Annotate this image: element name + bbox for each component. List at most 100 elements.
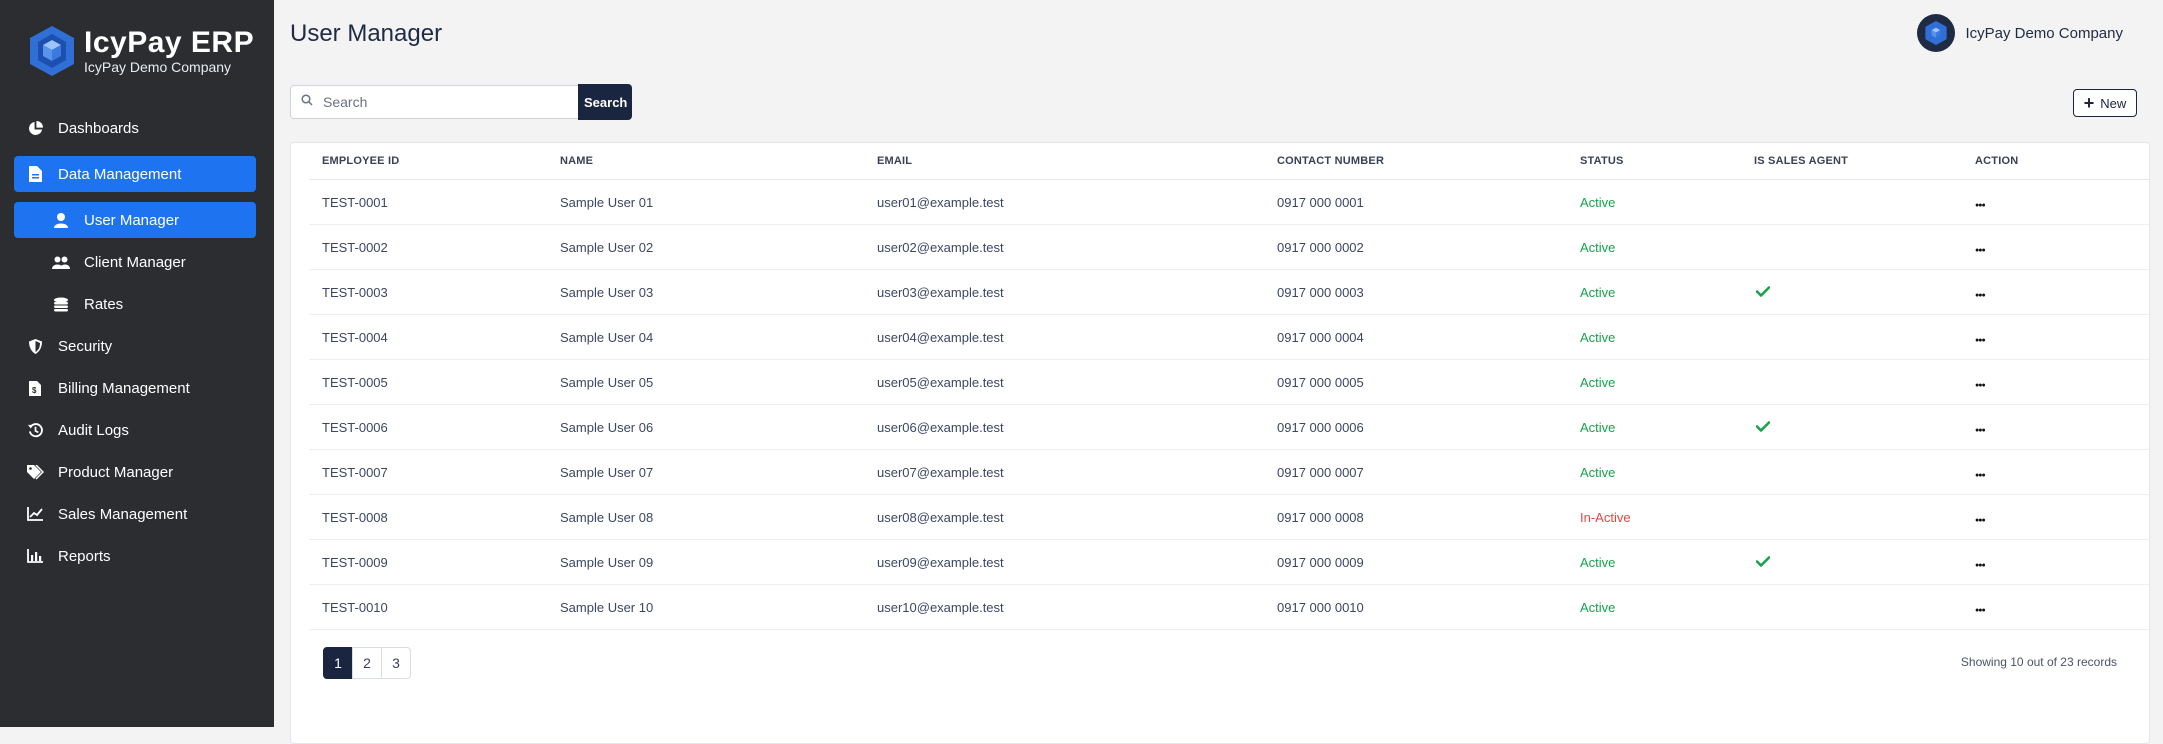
more-actions-icon[interactable]: ●●● [1975, 427, 1986, 434]
action-cell: ●●● [1975, 314, 2149, 360]
page-button-2[interactable]: 2 [352, 647, 382, 679]
table-row[interactable]: TEST-0006 Sample User 06 user06@example.te… [309, 404, 2149, 450]
search-bar: Search [290, 84, 632, 120]
sales-agent-cell [1754, 314, 1975, 360]
sidebar-item-label: Rates [84, 295, 124, 313]
column-header-employee-id[interactable]: EMPLOYEE ID [309, 143, 560, 180]
sidebar-item-sales-management[interactable]: Sales Management [14, 496, 256, 532]
company-switcher[interactable]: IcyPay Demo Company [1917, 14, 2123, 52]
status-cell: Active [1580, 359, 1754, 405]
name-cell: Sample User 10 [560, 584, 877, 630]
page-title: User Manager [290, 20, 443, 47]
employee-id-cell: TEST-0008 [309, 494, 560, 540]
page-button-1[interactable]: 1 [323, 647, 353, 679]
status-cell: Active [1580, 269, 1754, 315]
employee-id-cell: TEST-0004 [309, 314, 560, 360]
column-header-action: ACTION [1975, 143, 2149, 180]
search-button[interactable]: Search [578, 84, 632, 120]
more-actions-icon[interactable]: ●●● [1975, 607, 1986, 614]
action-cell: ●●● [1975, 224, 2149, 270]
table-body: TEST-0001 Sample User 01 user01@example.te… [309, 179, 2149, 630]
contact-number-cell: 0917 000 0005 [1277, 359, 1580, 405]
sidebar-item-user-manager[interactable]: User Manager [14, 202, 256, 238]
more-actions-icon[interactable]: ●●● [1975, 562, 1986, 569]
users-table-card: EMPLOYEE ID NAME EMAIL CONTACT NUMBER ST… [290, 142, 2150, 744]
table-row[interactable]: TEST-0001 Sample User 01 user01@example.te… [309, 179, 2149, 225]
sidebar-item-dashboards[interactable]: Dashboards [14, 110, 256, 146]
sidebar-item-data-management[interactable]: Data Management [14, 156, 256, 192]
new-button[interactable]: + New [2073, 89, 2137, 117]
shield-icon [26, 337, 44, 355]
email-cell: user06@example.test [877, 404, 1277, 450]
table-row[interactable]: TEST-0004 Sample User 04 user04@example.te… [309, 314, 2149, 360]
sidebar-item-client-manager[interactable]: Client Manager [14, 244, 256, 280]
table-row[interactable]: TEST-0009 Sample User 09 user09@example.te… [309, 539, 2149, 585]
sidebar-item-reports[interactable]: Reports [14, 538, 256, 574]
name-cell: Sample User 02 [560, 224, 877, 270]
sidebar-item-billing-management[interactable]: $ Billing Management [14, 370, 256, 406]
column-header-name[interactable]: NAME [560, 143, 877, 180]
email-cell: user03@example.test [877, 269, 1277, 315]
email-cell: user08@example.test [877, 494, 1277, 540]
sidebar-nav: Dashboards Data Management User Manager … [0, 110, 274, 574]
table-row[interactable]: TEST-0007 Sample User 07 user07@example.te… [309, 449, 2149, 495]
contact-number-cell: 0917 000 0006 [1277, 404, 1580, 450]
name-cell: Sample User 06 [560, 404, 877, 450]
more-actions-icon[interactable]: ●●● [1975, 337, 1986, 344]
history-icon [26, 421, 44, 439]
employee-id-cell: TEST-0005 [309, 359, 560, 405]
employee-id-cell: TEST-0001 [309, 179, 560, 225]
contact-number-cell: 0917 000 0010 [1277, 584, 1580, 630]
sidebar: IcyPay ERP IcyPay Demo Company Dashboard… [0, 0, 274, 727]
name-cell: Sample User 03 [560, 269, 877, 315]
table-row[interactable]: TEST-0010 Sample User 10 user10@example.te… [309, 584, 2149, 630]
status-cell: Active [1580, 584, 1754, 630]
column-header-status[interactable]: STATUS [1580, 143, 1754, 180]
search-input[interactable] [321, 93, 565, 111]
column-header-email[interactable]: EMAIL [877, 143, 1277, 180]
table-row[interactable]: TEST-0008 Sample User 08 user08@example.te… [309, 494, 2149, 540]
more-actions-icon[interactable]: ●●● [1975, 202, 1986, 209]
sidebar-item-label: Security [58, 337, 113, 355]
more-actions-icon[interactable]: ●●● [1975, 292, 1986, 299]
line-chart-icon [26, 505, 44, 523]
email-cell: user07@example.test [877, 449, 1277, 495]
sales-agent-cell [1754, 449, 1975, 495]
name-cell: Sample User 09 [560, 539, 877, 585]
more-actions-icon[interactable]: ●●● [1975, 247, 1986, 254]
contact-number-cell: 0917 000 0003 [1277, 269, 1580, 315]
action-cell: ●●● [1975, 359, 2149, 405]
company-logo-icon [1917, 14, 1956, 52]
more-actions-icon[interactable]: ●●● [1975, 382, 1986, 389]
brand-title: IcyPay ERP [84, 26, 255, 59]
tags-icon [26, 463, 44, 481]
table-row[interactable]: TEST-0002 Sample User 02 user02@example.te… [309, 224, 2149, 270]
action-cell: ●●● [1975, 494, 2149, 540]
action-cell: ●●● [1975, 404, 2149, 450]
column-header-is-sales-agent[interactable]: IS SALES AGENT [1754, 143, 1975, 180]
new-button-label: New [2100, 95, 2127, 111]
table-row[interactable]: TEST-0005 Sample User 05 user05@example.te… [309, 359, 2149, 405]
bar-chart-icon [26, 547, 44, 565]
more-actions-icon[interactable]: ●●● [1975, 517, 1986, 524]
table-row[interactable]: TEST-0003 Sample User 03 user03@example.te… [309, 269, 2149, 315]
check-icon [1755, 555, 1771, 570]
sidebar-item-audit-logs[interactable]: Audit Logs [14, 412, 256, 448]
more-actions-icon[interactable]: ●●● [1975, 472, 1986, 479]
check-icon [1755, 285, 1771, 300]
sales-agent-cell [1754, 269, 1975, 315]
employee-id-cell: TEST-0003 [309, 269, 560, 315]
sales-agent-cell [1754, 359, 1975, 405]
status-cell: Active [1580, 449, 1754, 495]
column-header-contact-number[interactable]: CONTACT NUMBER [1277, 143, 1580, 180]
sidebar-item-product-manager[interactable]: Product Manager [14, 454, 256, 490]
sidebar-item-label: Client Manager [84, 253, 186, 271]
sidebar-item-label: User Manager [84, 211, 180, 229]
contact-number-cell: 0917 000 0001 [1277, 179, 1580, 225]
page-button-3[interactable]: 3 [381, 647, 411, 679]
contact-number-cell: 0917 000 0007 [1277, 449, 1580, 495]
sidebar-item-rates[interactable]: Rates [14, 286, 256, 322]
company-name: IcyPay Demo Company [1965, 24, 2123, 42]
employee-id-cell: TEST-0010 [309, 584, 560, 630]
sidebar-item-security[interactable]: Security [14, 328, 256, 364]
